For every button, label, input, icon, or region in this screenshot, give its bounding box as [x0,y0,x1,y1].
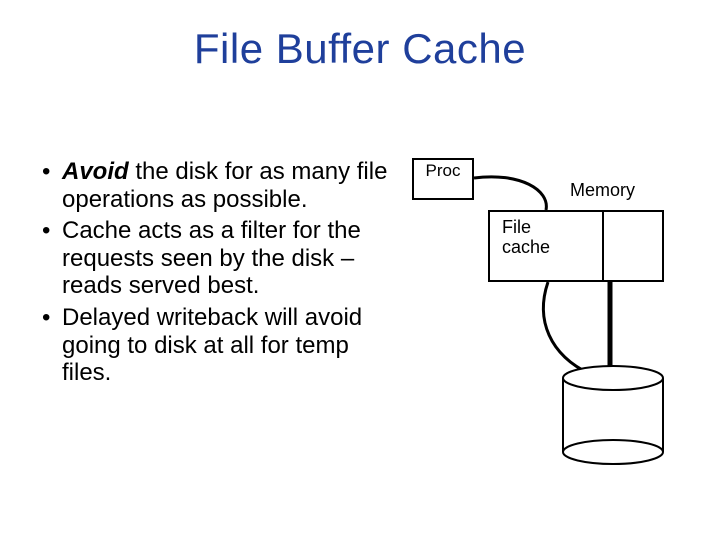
arrow-proc-mem [474,177,546,210]
bullet-1-emph: Avoid [62,158,129,185]
bullet-list: Avoid the disk for as many file operatio… [40,158,400,387]
memory-label: Memory [570,180,635,201]
bullet-1: Avoid the disk for as many file operatio… [40,158,400,213]
arrows-svg [400,150,680,490]
slide-title: File Buffer Cache [0,25,720,73]
slide: File Buffer Cache Avoid the disk for as … [0,0,720,540]
file-cache-label: File cache [502,218,562,258]
arrow-mem-disk-left [543,282,590,374]
diagram: Proc Memory File cache [400,150,680,490]
bullet-3: Delayed writeback will avoid going to di… [40,304,400,387]
memory-divider [602,212,604,280]
bullet-2: Cache acts as a filter for the requests … [40,217,400,300]
disk-icon [563,366,663,464]
proc-box: Proc [412,158,474,200]
body-text: Avoid the disk for as many file operatio… [40,158,400,391]
